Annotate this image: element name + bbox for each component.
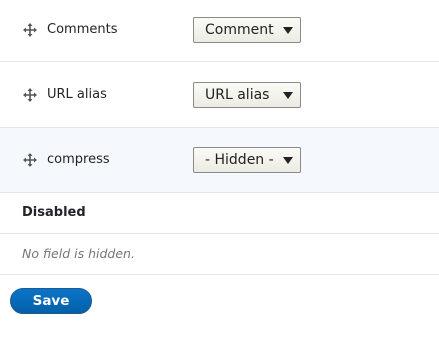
select-value: URL alias (205, 87, 270, 103)
formatter-select-compress[interactable]: - Hidden - (193, 147, 301, 173)
select-value: Comment (205, 22, 274, 38)
region-heading-disabled: Disabled (0, 193, 439, 234)
drag-handle-icon[interactable] (23, 153, 37, 167)
formatter-select-comments[interactable]: Comment (193, 17, 301, 43)
region-title: Disabled (22, 205, 86, 220)
field-row-comments: Comments Comment (0, 0, 439, 62)
field-row-url-alias: URL alias URL alias (0, 62, 439, 128)
empty-message: No field is hidden. (22, 246, 135, 261)
select-value: - Hidden - (205, 152, 274, 168)
drag-handle-icon[interactable] (23, 23, 37, 37)
chevron-down-icon (283, 92, 293, 99)
manage-display-form: Comments Comment URL alias URL alias com… (0, 0, 439, 338)
drag-handle-icon[interactable] (23, 88, 37, 102)
field-row-compress: compress - Hidden - (0, 128, 439, 193)
field-label-compress: compress (47, 152, 110, 167)
field-label-url-alias: URL alias (47, 87, 107, 102)
region-empty-row: No field is hidden. (0, 234, 439, 275)
chevron-down-icon (283, 27, 293, 34)
chevron-down-icon (283, 157, 293, 164)
formatter-select-url-alias[interactable]: URL alias (193, 82, 301, 108)
field-label-comments: Comments (47, 22, 118, 37)
save-button[interactable]: Save (10, 288, 92, 314)
